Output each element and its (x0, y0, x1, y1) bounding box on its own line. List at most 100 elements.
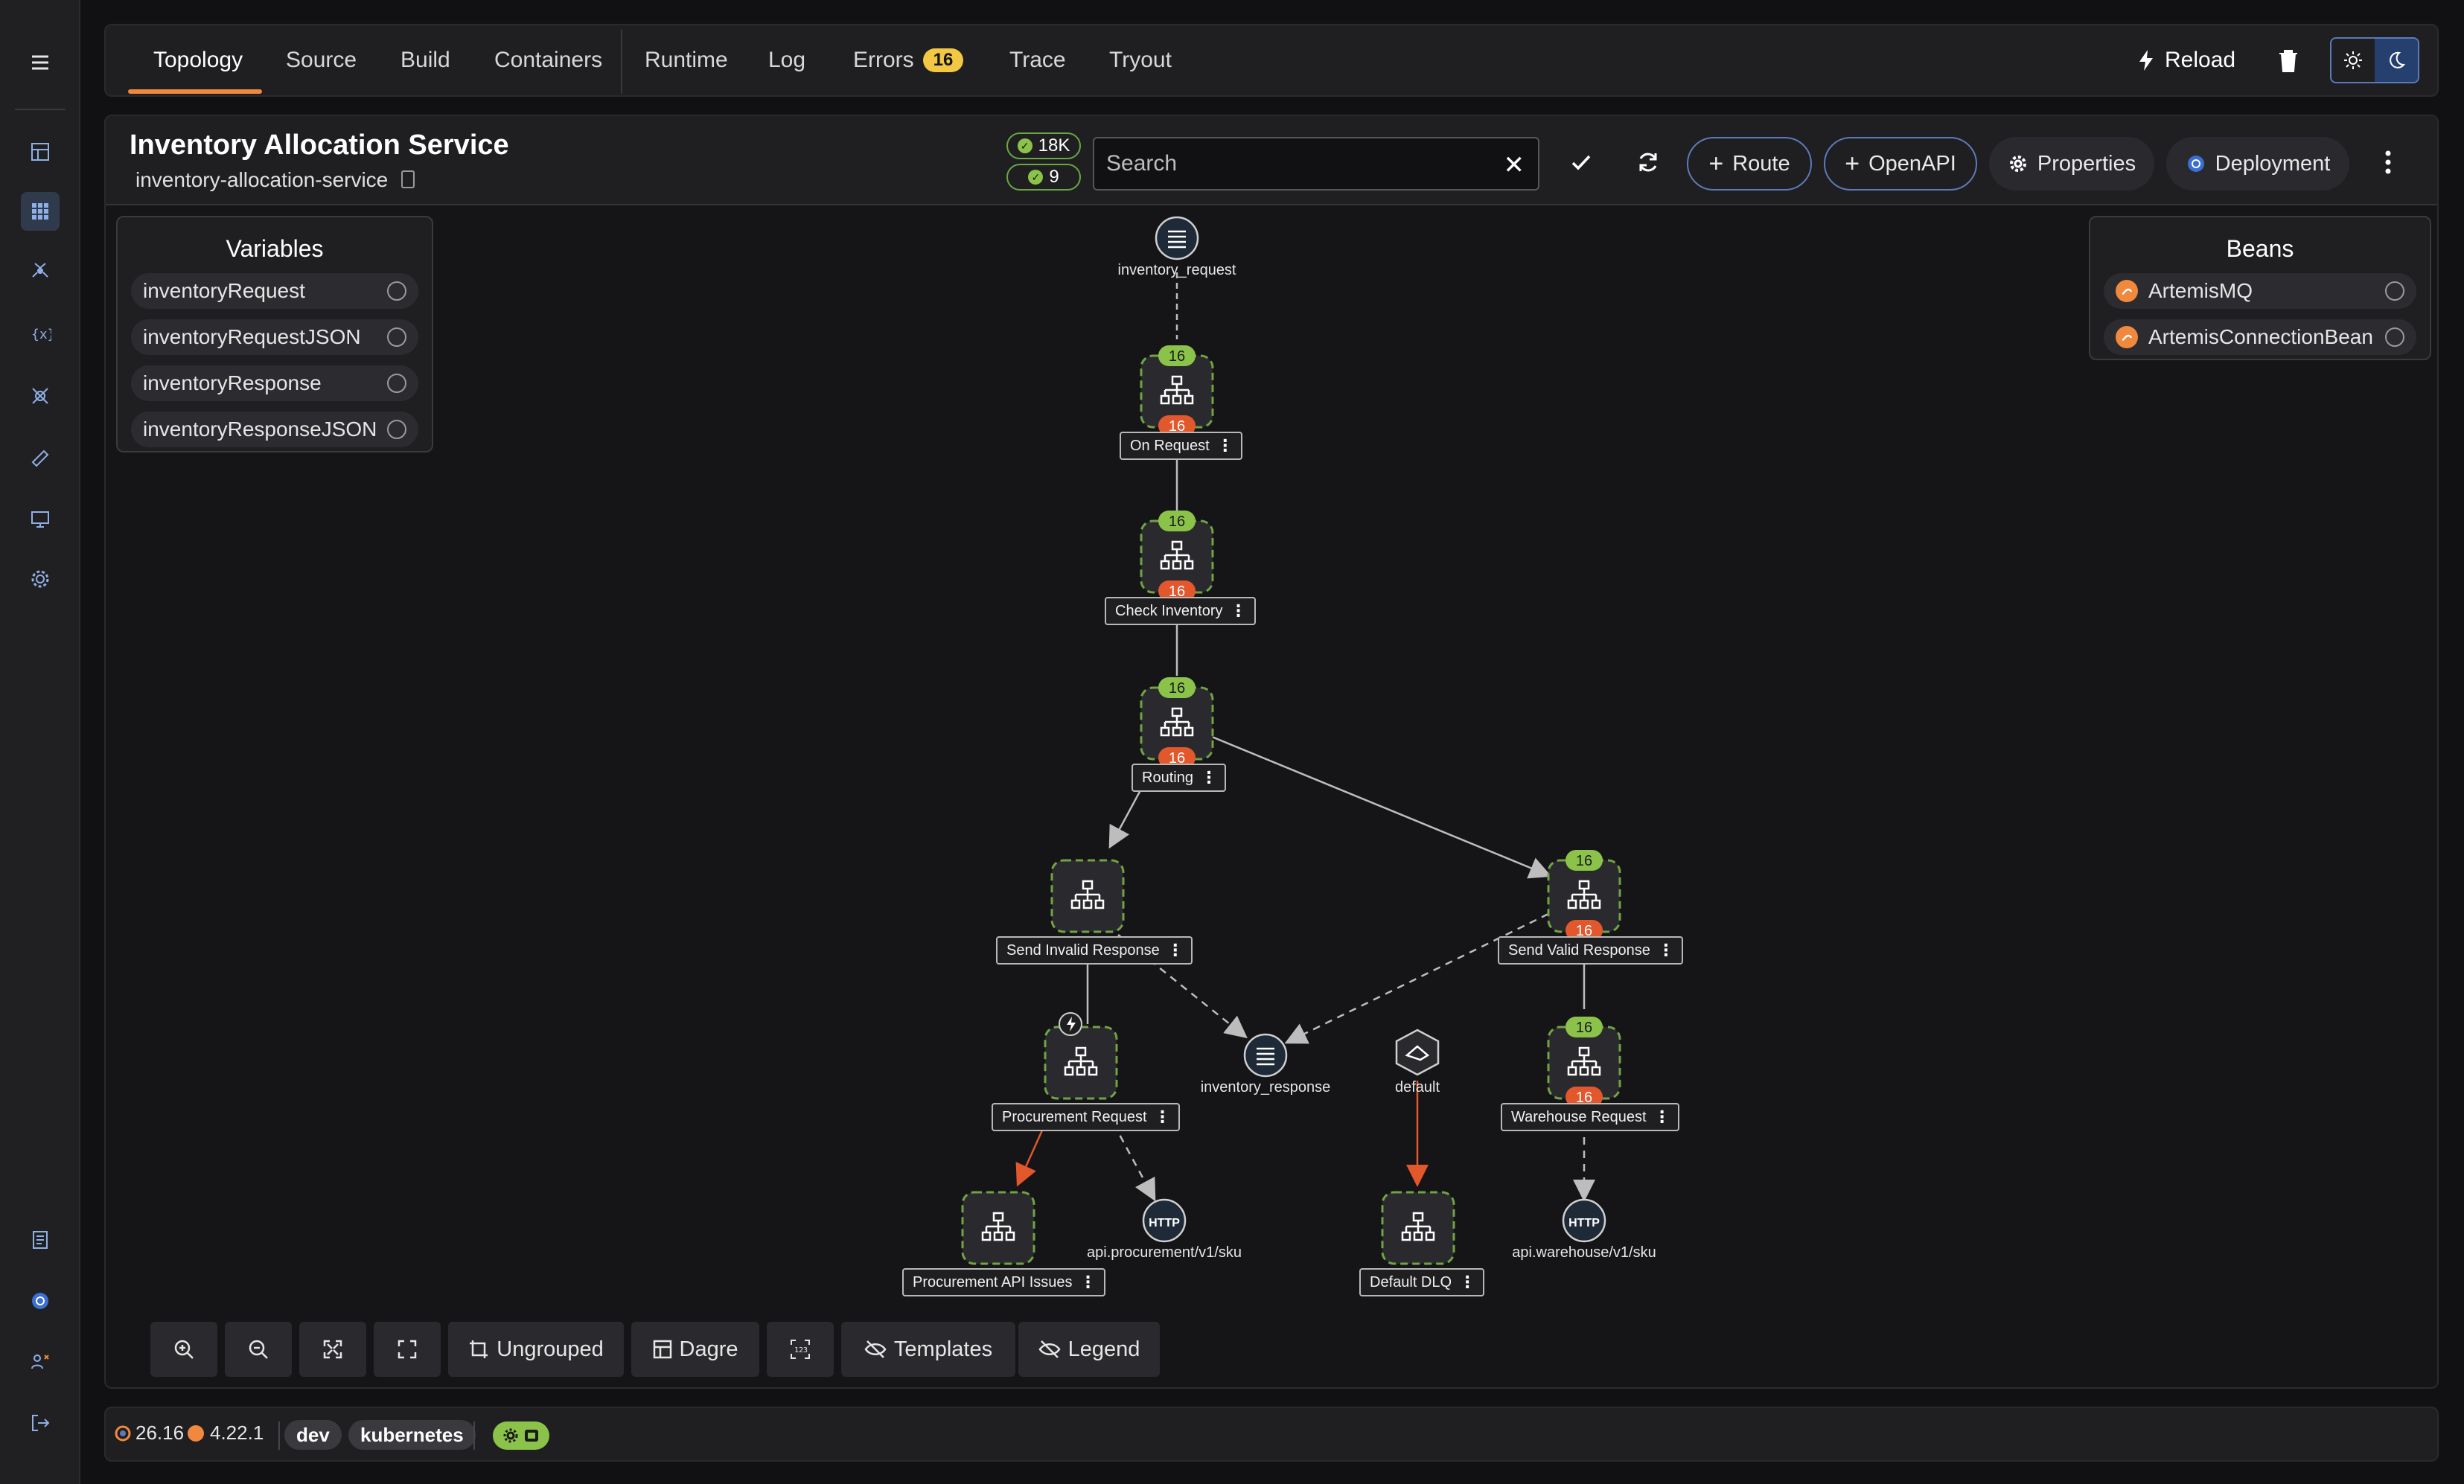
variable-item[interactable]: inventoryRequest (131, 273, 418, 309)
fit-view-button[interactable] (299, 1322, 366, 1377)
access-icon[interactable] (21, 1343, 60, 1381)
tab-tryout[interactable]: Tryout (1109, 25, 1172, 95)
route-label-text: Procurement API Issues (913, 1273, 1073, 1290)
route-node-procurement-api-issues[interactable] (961, 1191, 1035, 1265)
templates-toggle-button[interactable]: Templates (841, 1322, 1015, 1377)
tab-log[interactable]: Log (768, 25, 805, 95)
radio-icon[interactable] (2385, 281, 2404, 301)
monitor-icon[interactable] (21, 500, 60, 539)
numbering-button[interactable]: 123 (767, 1322, 834, 1377)
svg-text:{x}: {x} (31, 327, 51, 342)
kebab-menu-icon[interactable]: ⋮ (1201, 768, 1217, 787)
services-icon[interactable] (21, 377, 60, 415)
trash-icon[interactable] (2273, 46, 2303, 76)
app-version: 26.16 (115, 1421, 184, 1445)
route-label-text: On Request (1130, 437, 1210, 454)
layout-icon (653, 1340, 671, 1359)
radio-icon[interactable] (387, 374, 406, 393)
route-label-on-request[interactable]: On Request ⋮ (1120, 432, 1242, 460)
tab-errors-label: Errors (853, 48, 914, 72)
route-label-warehouse-request[interactable]: Warehouse Request ⋮ (1501, 1103, 1679, 1131)
route-label-routing[interactable]: Routing ⋮ (1132, 764, 1226, 792)
route-label-text: Check Inventory (1115, 602, 1223, 619)
route-node-procurement-request[interactable] (1044, 1012, 1118, 1100)
http-badge: HTTP (1568, 1217, 1600, 1229)
kebab-menu-icon[interactable]: ⋮ (1459, 1273, 1475, 1292)
route-label-procurement-api-issues[interactable]: Procurement API Issues ⋮ (902, 1268, 1105, 1296)
zoom-out-icon (249, 1340, 268, 1359)
route-label-send-valid-response[interactable]: Send Valid Response ⋮ (1498, 936, 1683, 965)
zoom-out-button[interactable] (225, 1322, 292, 1377)
variable-item[interactable]: inventoryResponse (131, 365, 418, 401)
env-chip[interactable]: dev (284, 1420, 342, 1450)
route-label-procurement-request[interactable]: Procurement Request ⋮ (992, 1103, 1180, 1131)
tab-topology[interactable]: Topology (153, 25, 243, 95)
kebab-menu-icon[interactable]: ⋮ (1654, 1107, 1670, 1127)
route-label-send-invalid-response[interactable]: Send Invalid Response ⋮ (996, 936, 1193, 965)
variable-item[interactable]: inventoryRequestJSON (131, 319, 418, 355)
zoom-in-button[interactable] (150, 1322, 217, 1377)
tab-source[interactable]: Source (286, 25, 357, 95)
radio-icon[interactable] (387, 281, 406, 301)
route-label-check-inventory[interactable]: Check Inventory ⋮ (1105, 597, 1256, 625)
radio-icon[interactable] (387, 327, 406, 347)
dagre-layout-button[interactable]: Dagre (631, 1322, 759, 1377)
variable-name: inventoryResponse (143, 371, 322, 394)
logout-icon[interactable] (21, 1404, 60, 1442)
fullscreen-button[interactable] (374, 1322, 441, 1377)
tab-errors[interactable]: Errors 16 (853, 25, 964, 95)
source-default[interactable] (1395, 1029, 1440, 1076)
kebab-menu-icon[interactable]: ⋮ (1217, 436, 1233, 455)
http-badge: HTTP (1149, 1217, 1180, 1229)
bean-item[interactable]: ArtemisConnectionBean (2104, 319, 2416, 355)
legend-toggle-button[interactable]: Legend (1018, 1322, 1160, 1377)
kebab-menu-icon[interactable]: ⋮ (1167, 941, 1184, 960)
radio-icon[interactable] (2385, 327, 2404, 347)
kebab-menu-icon[interactable]: ⋮ (1231, 601, 1247, 621)
integrations-icon[interactable] (21, 252, 60, 290)
tab-containers[interactable]: Containers (494, 25, 602, 95)
reload-button[interactable]: Reload (2138, 25, 2235, 95)
route-label-default-dlq[interactable]: Default DLQ ⋮ (1359, 1268, 1485, 1296)
kebab-menu-icon[interactable]: ⋮ (1155, 1107, 1171, 1127)
ungrouped-label: Ungrouped (497, 1337, 604, 1361)
kebab-menu-icon[interactable]: ⋮ (1080, 1273, 1097, 1292)
dashboard-icon[interactable] (21, 132, 60, 171)
docs-icon[interactable] (21, 1221, 60, 1259)
ungrouped-button[interactable]: Ungrouped (448, 1322, 624, 1377)
topology-grid-icon[interactable] (21, 192, 60, 231)
errors-count-badge: 16 (922, 48, 964, 72)
bean-item[interactable]: ArtemisMQ (2104, 273, 2416, 309)
source-label: default (1394, 1079, 1440, 1096)
platform-chip[interactable]: kubernetes (348, 1420, 476, 1450)
theme-toggle[interactable] (2330, 37, 2419, 83)
endpoint-inventory-request[interactable] (1155, 216, 1199, 260)
kamelets-icon[interactable]: {x} (21, 314, 60, 353)
beans-title: Beans (2226, 235, 2294, 262)
radio-icon[interactable] (387, 420, 406, 439)
bean-name: ArtemisMQ (2148, 279, 2253, 302)
app-version-text: 26.16 (135, 1421, 185, 1444)
tab-runtime[interactable]: Runtime (645, 25, 728, 95)
settings-icon[interactable] (21, 560, 60, 598)
route-node-default-dlq[interactable] (1381, 1191, 1455, 1265)
menu-icon[interactable] (21, 43, 60, 82)
kebab-menu-icon[interactable]: ⋮ (1658, 941, 1674, 960)
active-tab-indicator (128, 89, 262, 94)
dev-mode-badge[interactable] (493, 1421, 549, 1450)
route-node-send-invalid-response[interactable] (1050, 859, 1125, 933)
tab-build[interactable]: Build (400, 25, 450, 95)
route-label-text: Default DLQ (1370, 1273, 1452, 1290)
kubernetes-icon[interactable] (21, 1282, 60, 1320)
moon-icon[interactable] (2375, 39, 2418, 82)
endpoint-label: api.procurement/v1/sku (1087, 1244, 1242, 1261)
endpoint-inventory-response[interactable] (1243, 1033, 1288, 1078)
tab-trace[interactable]: Trace (1009, 25, 1066, 95)
knowledge-icon[interactable] (21, 439, 60, 478)
sun-icon[interactable] (2331, 39, 2375, 82)
footer-divider (278, 1421, 280, 1450)
count-badge-ok: 16 (1576, 1020, 1592, 1036)
variable-item[interactable]: inventoryResponseJSON (131, 412, 418, 447)
dagre-label: Dagre (679, 1337, 738, 1361)
count-badge-ok: 16 (1169, 348, 1185, 365)
